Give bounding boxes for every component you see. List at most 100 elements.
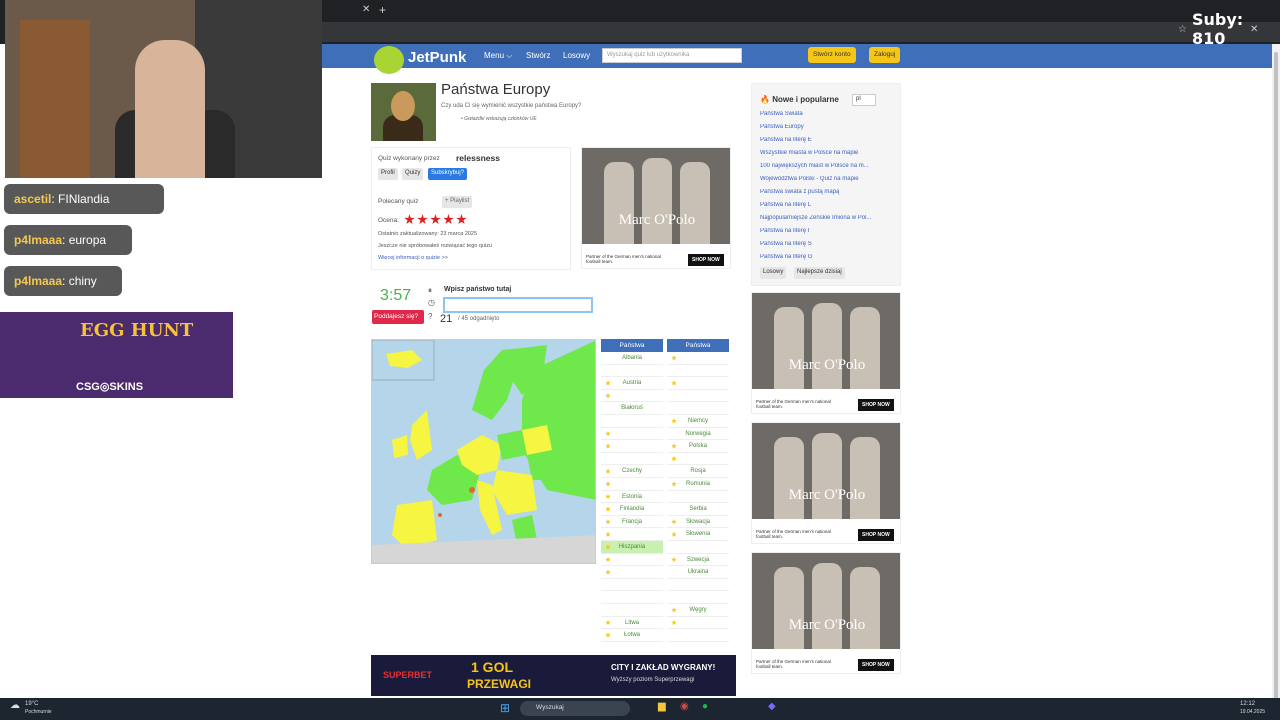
more-info-link[interactable]: Więcej informacji o quizie >> <box>378 255 448 261</box>
ad-marcopolo-side[interactable]: Marc O'Polo Partner of the German men's … <box>751 552 901 674</box>
eu-star-icon <box>605 518 611 525</box>
ad-caption: Partner of the German men's national foo… <box>756 399 831 409</box>
banner-subhead: PRZEWAGI <box>467 677 532 691</box>
answer-row <box>601 478 663 491</box>
best-today-button[interactable]: Najlepsze dzisiaj <box>794 267 845 279</box>
sidebar-item[interactable]: Państwa świata z pustą mapą <box>760 189 894 195</box>
sidebar-item[interactable]: Państwa Świata <box>760 111 894 117</box>
site-logo[interactable]: JetPunk <box>374 44 466 76</box>
answer-row: Litwa <box>601 617 663 630</box>
ad-model <box>850 437 880 519</box>
taskbar <box>0 698 1280 720</box>
scrollbar-thumb[interactable] <box>1274 52 1278 702</box>
sidebar-item[interactable]: Państwa na literę S <box>760 241 894 247</box>
profile-button[interactable]: Profil <box>378 168 398 180</box>
answer-row: Węgry <box>667 604 729 617</box>
weather-temp: 19°C <box>25 701 39 707</box>
answer-text: Litwa <box>624 619 639 626</box>
give-up-button[interactable]: Poddajesz się? <box>372 310 424 324</box>
sidebar-item[interactable]: Państwa na literę L <box>760 202 894 208</box>
login-button[interactable]: Zaloguj <box>869 47 901 63</box>
new-tab-icon[interactable]: + <box>379 3 386 17</box>
nav-menu[interactable]: Menu ⌵ <box>484 51 512 61</box>
page-scrollbar[interactable] <box>1272 44 1280 702</box>
answer-row <box>601 415 663 428</box>
create-account-button[interactable]: Stwórz konto <box>808 47 856 63</box>
ad-marcopolo-side[interactable]: Marc O'Polo Partner of the German men's … <box>751 422 901 544</box>
ad-marcopolo-side[interactable]: Marc O'Polo Partner of the German men's … <box>751 292 901 414</box>
banner-headline: 1 GOL <box>471 659 514 675</box>
belarus <box>522 425 552 455</box>
ad-shop-button[interactable]: SHOP NOW <box>688 254 724 266</box>
answer-text: Polska <box>688 443 707 450</box>
answer-row: Albania <box>601 352 663 365</box>
sidebar-item[interactable]: Państwa na literę I <box>760 228 894 234</box>
site-search-input[interactable]: Wyszukaj quiz lub użytkownika <box>602 48 742 63</box>
superbet-banner[interactable]: SUPERBET 1 GOL PRZEWAGI CITY I ZAKŁAD WY… <box>371 655 736 696</box>
answer-row: Austria <box>601 377 663 390</box>
answer-input[interactable] <box>443 297 593 313</box>
nav-create[interactable]: Stwórz <box>526 51 550 60</box>
score-count: 21 <box>440 313 453 325</box>
eu-star-icon <box>605 556 611 563</box>
answer-row: Słowenia <box>667 528 729 541</box>
answer-text: Białoruś <box>621 405 643 412</box>
sidebar-item[interactable]: 100 największych miast w Polsce na m... <box>760 163 894 169</box>
answer-row: Łotwa <box>601 629 663 642</box>
taskbar-search[interactable]: Wyszukaj <box>520 701 630 716</box>
webcam-overlay <box>5 0 322 178</box>
answer-text: Francja <box>621 518 642 525</box>
answer-row: Finlandia <box>601 503 663 516</box>
poland <box>497 430 527 460</box>
answer-row <box>601 453 663 466</box>
random-button[interactable]: Losowy <box>760 267 787 279</box>
sidebar-item[interactable]: Najpopularniejsze Żeńskie Imiona w Pol..… <box>760 215 894 221</box>
answer-row <box>601 566 663 579</box>
author-link[interactable]: relessness <box>456 153 500 163</box>
eu-star-icon <box>605 544 611 550</box>
sidebar-item[interactable]: Państwa Europy <box>760 124 894 130</box>
sidebar-item[interactable]: Wszystkie miasta w Polsce na mapie <box>760 150 894 156</box>
tab-close-icon[interactable]: ✕ <box>362 4 370 15</box>
quiz-thumbnail <box>371 83 436 141</box>
help-icon[interactable]: ? <box>428 312 432 321</box>
eu-star-icon <box>605 443 611 449</box>
nav-random[interactable]: Losowy <box>563 51 590 60</box>
sidebar-item[interactable]: Województwa Polski - Quiz na mapie <box>760 176 894 182</box>
flame-icon: 🔥 <box>760 95 770 104</box>
sidebar-title: 🔥 Nowe i popularne <box>760 95 839 104</box>
answer-row: Rumunia <box>667 478 729 491</box>
ad-marcopolo-top[interactable]: Marc O'Polo Partner of the German men's … <box>581 147 731 269</box>
webcam-door <box>20 20 90 178</box>
start-icon[interactable]: ⊞ <box>500 701 510 715</box>
folder-icon[interactable]: ▆ <box>658 701 666 712</box>
ad-model <box>850 567 880 649</box>
ad-shop-button[interactable]: SHOP NOW <box>858 399 894 411</box>
answer-row <box>667 352 729 365</box>
chrome-icon[interactable]: ◉ <box>680 701 689 712</box>
sidebar-item[interactable]: Państwa na literę G <box>760 254 894 260</box>
ad-shop-button[interactable]: SHOP NOW <box>858 659 894 671</box>
spotify-icon[interactable]: ● <box>702 701 708 712</box>
quizzes-button[interactable]: Quizy <box>402 168 424 180</box>
answer-text: Finlandia <box>619 506 645 513</box>
ad-model <box>604 162 634 244</box>
eu-star-icon <box>605 481 611 487</box>
answer-row: Szwecja <box>667 554 729 567</box>
ad-shop-button[interactable]: SHOP NOW <box>858 529 894 541</box>
language-select[interactable]: pl <box>852 94 876 106</box>
eu-star-icon <box>671 556 677 563</box>
answer-text: Albania <box>621 355 642 361</box>
subscribe-button[interactable]: Subskrybuj? <box>428 168 468 180</box>
bookmark-icon[interactable]: ☆ <box>1178 24 1187 35</box>
ad-model <box>774 307 804 389</box>
answers-column-1: Państwa Albania Austria Białoruś Czechy Esto… <box>601 339 663 642</box>
discord-icon[interactable]: ◆ <box>768 701 776 712</box>
pause-icon[interactable]: ⏸ <box>428 286 432 296</box>
eu-star-icon <box>605 569 611 575</box>
address-bar[interactable] <box>322 22 1280 42</box>
answer-row <box>667 390 729 403</box>
playlist-button[interactable]: + Playlist <box>442 196 473 208</box>
sidebar-item[interactable]: Państwa na literę E <box>760 137 894 143</box>
eu-star-icon <box>605 619 611 626</box>
